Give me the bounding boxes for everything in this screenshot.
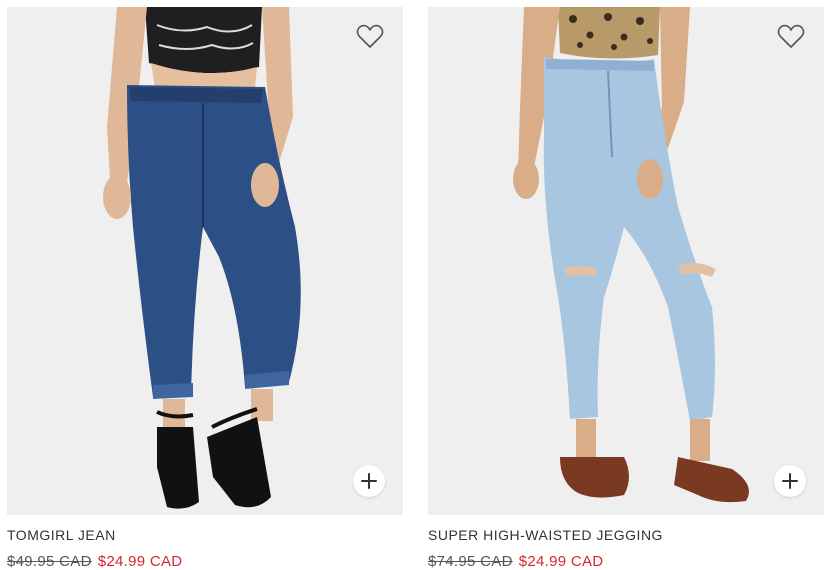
price-row: $49.95 CAD $24.99 CAD bbox=[7, 553, 403, 570]
product-image[interactable] bbox=[428, 7, 824, 515]
product-card-super-high-waisted-jegging[interactable]: SUPER HIGH-WAISTED JEGGING $74.95 CAD $24… bbox=[428, 0, 824, 570]
product-photo-light-wash-jegging bbox=[513, 7, 749, 503]
favorite-heart-icon[interactable] bbox=[776, 21, 806, 51]
price-row: $74.95 CAD $24.99 CAD bbox=[428, 553, 824, 570]
product-photo-dark-wash-jean bbox=[103, 7, 301, 509]
add-to-bag-plus-icon[interactable] bbox=[774, 465, 806, 497]
sale-price: $24.99 CAD bbox=[518, 553, 604, 570]
add-to-bag-plus-icon[interactable] bbox=[353, 465, 385, 497]
product-name[interactable]: TOMGIRL JEAN bbox=[7, 527, 403, 543]
product-name[interactable]: SUPER HIGH-WAISTED JEGGING bbox=[428, 527, 824, 543]
original-price: $74.95 CAD bbox=[428, 553, 513, 570]
favorite-heart-icon[interactable] bbox=[355, 21, 385, 51]
sale-price: $24.99 CAD bbox=[97, 553, 183, 570]
product-image[interactable] bbox=[7, 7, 403, 515]
product-card-tomgirl-jean[interactable]: TOMGIRL JEAN $49.95 CAD $24.99 CAD bbox=[7, 0, 403, 570]
original-price: $49.95 CAD bbox=[7, 553, 92, 570]
